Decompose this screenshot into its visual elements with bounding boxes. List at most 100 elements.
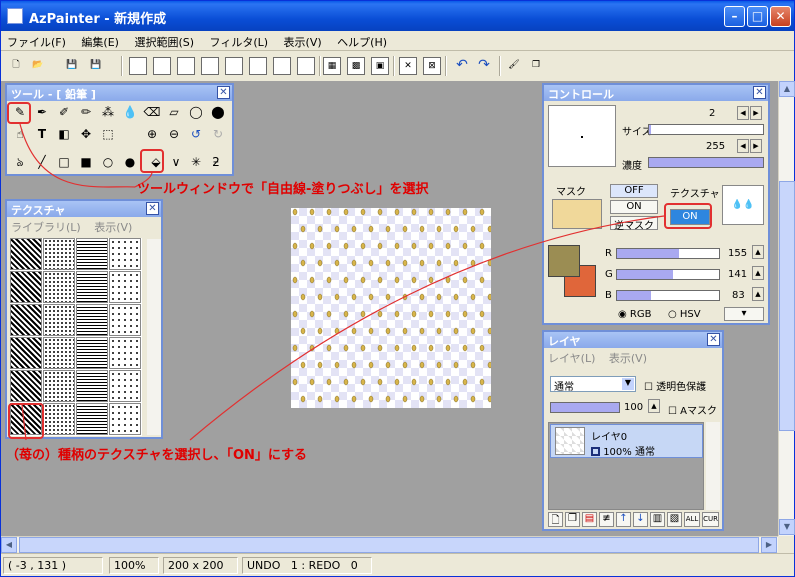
move-icon[interactable]: ✥ [77, 125, 95, 143]
tool-button-7[interactable] [273, 57, 291, 75]
texture-scrollbar[interactable] [147, 239, 161, 435]
size-slider[interactable] [648, 124, 764, 135]
freehand-icon[interactable]: ঌ [11, 153, 29, 171]
size-left-icon[interactable]: ◀ [737, 106, 749, 120]
texture-swatch[interactable] [76, 370, 108, 402]
hsv-radio[interactable]: ○ HSV [668, 309, 701, 320]
texture-swatch[interactable] [43, 370, 75, 402]
foreground-color[interactable] [548, 245, 580, 277]
layer-panel-close-icon[interactable]: ✕ [707, 333, 720, 346]
size-right-icon[interactable]: ▶ [750, 106, 762, 120]
star-icon[interactable]: ✳ [187, 153, 205, 171]
texture-swatch[interactable] [10, 337, 42, 369]
cancel2-icon[interactable]: ⊠ [423, 57, 441, 75]
bezier-icon[interactable]: ∨ [167, 153, 185, 171]
layer-menu-layer[interactable]: レイヤ(L) [548, 352, 595, 365]
grid-icon[interactable]: ▦ [323, 57, 341, 75]
rect-fill-icon[interactable]: ■ [77, 153, 95, 171]
layer-menu-view[interactable]: 表示(V) [609, 352, 647, 365]
texture-swatch[interactable] [109, 304, 141, 336]
water-icon[interactable]: 💧 [121, 103, 139, 121]
save-as-icon[interactable]: 💾 [87, 57, 105, 75]
scroll-thumb[interactable] [779, 181, 795, 431]
all-button[interactable]: ALL [684, 512, 700, 527]
texture-swatch[interactable] [43, 403, 75, 435]
texture-swatch[interactable] [109, 403, 141, 435]
select-icon[interactable]: ⬚ [99, 125, 117, 143]
texture-swatch[interactable] [43, 337, 75, 369]
rotate2-icon[interactable]: ↻ [209, 125, 227, 143]
ellipse-icon[interactable]: ○ [99, 153, 117, 171]
layer-up-icon[interactable]: ↑ [616, 512, 631, 527]
horizontal-scrollbar[interactable]: ◀ ▶ [1, 536, 778, 553]
texture-preview[interactable]: 💧💧 [722, 185, 764, 225]
texture-swatch[interactable] [43, 271, 75, 303]
open-folder-icon[interactable]: 📂 [29, 57, 47, 75]
redo-icon[interactable]: ↷ [475, 57, 493, 75]
pen-icon[interactable]: ✒ [33, 103, 51, 121]
scroll-left-icon[interactable]: ◀ [1, 537, 17, 553]
layer-prop-icon[interactable]: ▥ [650, 512, 665, 527]
hscroll-thumb[interactable] [19, 537, 759, 553]
texture-swatch[interactable] [76, 238, 108, 270]
menu-help[interactable]: ヘルプ(H) [331, 31, 393, 53]
tool-panel-close-icon[interactable]: ✕ [217, 86, 230, 99]
close-button[interactable]: ✕ [770, 6, 791, 27]
mask-color-swatch[interactable] [552, 199, 602, 229]
delete-layer-icon[interactable]: ▤ [582, 512, 597, 527]
opacity-spin-icon[interactable]: ▲ [648, 399, 660, 413]
layer-scrollbar[interactable] [706, 422, 720, 510]
density-right-icon[interactable]: ▶ [750, 139, 762, 153]
document-canvas[interactable] [291, 208, 491, 408]
texture-swatch[interactable] [43, 304, 75, 336]
texture-swatch[interactable] [109, 238, 141, 270]
spray-icon[interactable]: ⁂ [99, 103, 117, 121]
texture-swatch[interactable] [109, 271, 141, 303]
cur-button[interactable]: CUR [702, 512, 719, 527]
amask-checkbox[interactable]: ☐ Aマスク [668, 402, 717, 417]
density-left-icon[interactable]: ◀ [737, 139, 749, 153]
text-icon[interactable]: T [33, 125, 51, 143]
scroll-down-icon[interactable]: ▼ [779, 519, 795, 535]
save-icon[interactable]: 💾 [63, 57, 81, 75]
finger-icon[interactable]: ☝ [11, 125, 29, 143]
minimize-button[interactable]: – [724, 6, 745, 27]
new-layer-icon[interactable]: 🗋 [548, 512, 563, 527]
eraser2-icon[interactable]: ▱ [165, 103, 183, 121]
menu-selection[interactable]: 選択範囲(S) [128, 31, 200, 53]
copy-layer-icon[interactable]: ❐ [565, 512, 580, 527]
r-spin-icon[interactable]: ▲ [752, 245, 764, 259]
texture-panel-close-icon[interactable]: ✕ [146, 202, 159, 215]
menu-edit[interactable]: 編集(E) [75, 31, 125, 53]
texture-swatch[interactable] [10, 304, 42, 336]
color-menu-button[interactable]: ▾ [724, 307, 764, 321]
grid2-icon[interactable]: ▩ [347, 57, 365, 75]
ellipse-fill-icon[interactable]: ● [121, 153, 139, 171]
texture-swatch[interactable] [43, 238, 75, 270]
airbrush-icon[interactable]: ✏ [77, 103, 95, 121]
mask-off-button[interactable]: OFF [610, 184, 658, 198]
menu-filter[interactable]: フィルタ(L) [204, 31, 275, 53]
transparency-lock-checkbox[interactable]: ☐ 透明色保護 [644, 378, 706, 393]
gradient-icon[interactable]: ◧ [55, 125, 73, 143]
eraser-icon[interactable]: ⌫ [143, 103, 161, 121]
scroll-right-icon[interactable]: ▶ [761, 537, 777, 553]
maximize-button[interactable]: □ [747, 6, 768, 27]
tool-button-2[interactable] [153, 57, 171, 75]
texture-swatch[interactable] [76, 271, 108, 303]
texture-swatch[interactable] [10, 238, 42, 270]
texture-swatch[interactable] [10, 370, 42, 402]
undo-icon[interactable]: ↶ [453, 57, 471, 75]
blend-mode-select[interactable]: 通常 ▼ [550, 376, 636, 393]
brush-icon[interactable]: 🖌 [505, 57, 523, 75]
vertical-scrollbar[interactable]: ▲ ▼ [778, 81, 795, 536]
tool-button-1[interactable] [129, 57, 147, 75]
zoom-in-icon[interactable]: ⊕ [143, 125, 161, 143]
tool-button-8[interactable] [297, 57, 315, 75]
merge-layer-icon[interactable]: ≢ [599, 512, 614, 527]
copy-icon[interactable]: ❐ [527, 57, 545, 75]
texture-menu-library[interactable]: ライブラリ(L) [11, 221, 81, 234]
control-panel-close-icon[interactable]: ✕ [753, 86, 766, 99]
rotate-icon[interactable]: ↺ [187, 125, 205, 143]
cancel-icon[interactable]: ✕ [399, 57, 417, 75]
